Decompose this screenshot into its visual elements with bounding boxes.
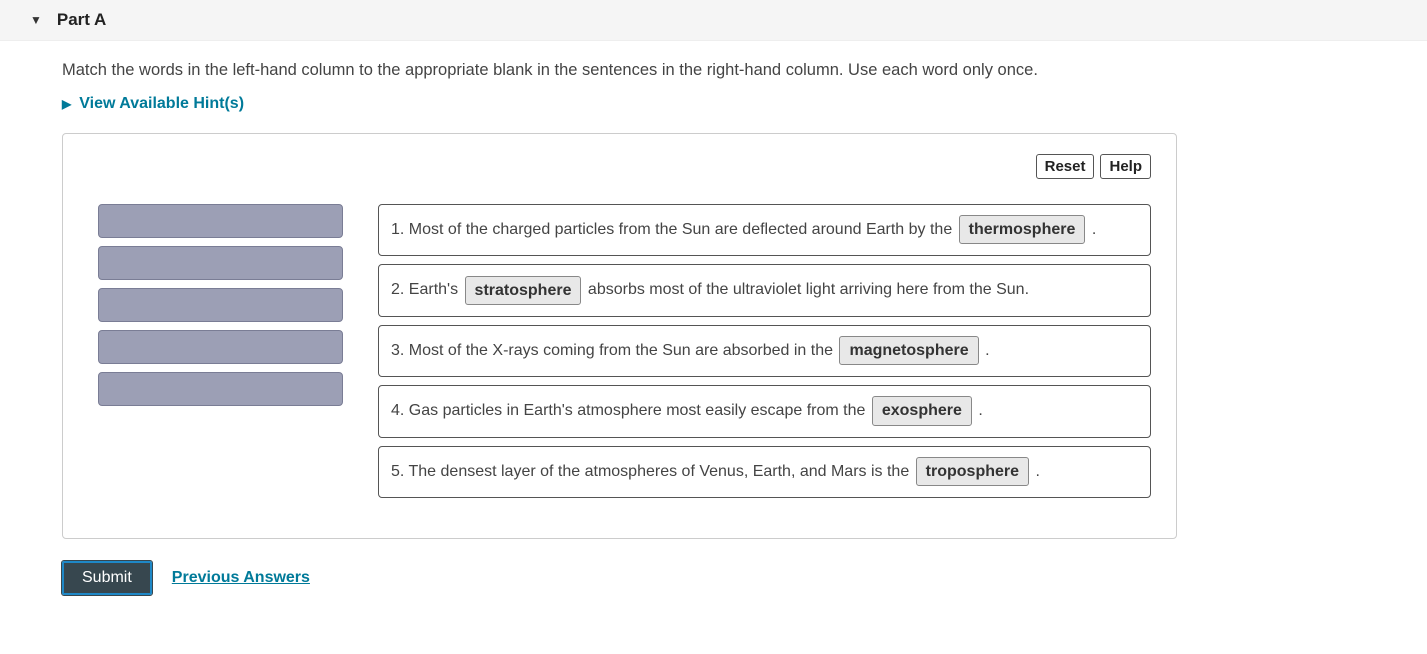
dropped-word[interactable]: magnetosphere: [839, 336, 978, 365]
sentence-row: 1. Most of the charged particles from th…: [378, 204, 1151, 256]
dropped-word[interactable]: stratosphere: [465, 276, 582, 305]
content-area: Match the words in the left-hand column …: [0, 41, 1427, 615]
sentence-post: .: [985, 342, 989, 359]
word-slot[interactable]: [98, 288, 343, 322]
word-slot[interactable]: [98, 204, 343, 238]
sentence-num: 5.: [391, 463, 404, 480]
sentence-num: 2.: [391, 281, 404, 298]
dropped-word[interactable]: thermosphere: [959, 215, 1086, 244]
sentence-pre: Earth's: [409, 281, 458, 298]
submit-button[interactable]: Submit: [62, 561, 152, 595]
sentence-pre: Most of the X-rays coming from the Sun a…: [409, 342, 833, 359]
sentence-row: 2. Earth's stratosphere absorbs most of …: [378, 264, 1151, 316]
sentence-num: 4.: [391, 402, 404, 419]
sentence-row: 3. Most of the X-rays coming from the Su…: [378, 325, 1151, 377]
instructions-text: Match the words in the left-hand column …: [62, 61, 1407, 80]
word-slot[interactable]: [98, 330, 343, 364]
sentence-post: absorbs most of the ultraviolet light ar…: [588, 281, 1029, 298]
expand-icon: ▶: [62, 97, 71, 111]
sentence-post: .: [1092, 221, 1096, 238]
activity-box: Reset Help 1. Most of the charged partic…: [62, 133, 1177, 539]
previous-answers-link[interactable]: Previous Answers: [172, 569, 310, 587]
sentence-num: 3.: [391, 342, 404, 359]
toolbar: Reset Help: [88, 154, 1151, 179]
sentence-row: 5. The densest layer of the atmospheres …: [378, 446, 1151, 498]
sentences-column: 1. Most of the charged particles from th…: [378, 204, 1151, 498]
sentence-pre: Gas particles in Earth's atmosphere most…: [409, 402, 866, 419]
matching-area: 1. Most of the charged particles from th…: [88, 204, 1151, 498]
part-header: ▼ Part A: [0, 0, 1427, 41]
reset-button[interactable]: Reset: [1036, 154, 1095, 179]
sentence-post: .: [978, 402, 982, 419]
view-hints-link[interactable]: ▶ View Available Hint(s): [62, 95, 244, 113]
sentence-row: 4. Gas particles in Earth's atmosphere m…: [378, 385, 1151, 437]
footer-controls: Submit Previous Answers: [62, 561, 1407, 595]
part-title: Part A: [57, 10, 106, 30]
word-slot[interactable]: [98, 246, 343, 280]
word-slot[interactable]: [98, 372, 343, 406]
help-button[interactable]: Help: [1100, 154, 1151, 179]
collapse-icon[interactable]: ▼: [30, 13, 42, 27]
dropped-word[interactable]: troposphere: [916, 457, 1029, 486]
sentence-pre: The densest layer of the atmospheres of …: [409, 463, 910, 480]
hints-label: View Available Hint(s): [79, 95, 244, 113]
sentence-post: .: [1035, 463, 1039, 480]
sentence-num: 1.: [391, 221, 404, 238]
sentence-pre: Most of the charged particles from the S…: [409, 221, 952, 238]
dropped-word[interactable]: exosphere: [872, 396, 972, 425]
word-bank: [98, 204, 343, 406]
